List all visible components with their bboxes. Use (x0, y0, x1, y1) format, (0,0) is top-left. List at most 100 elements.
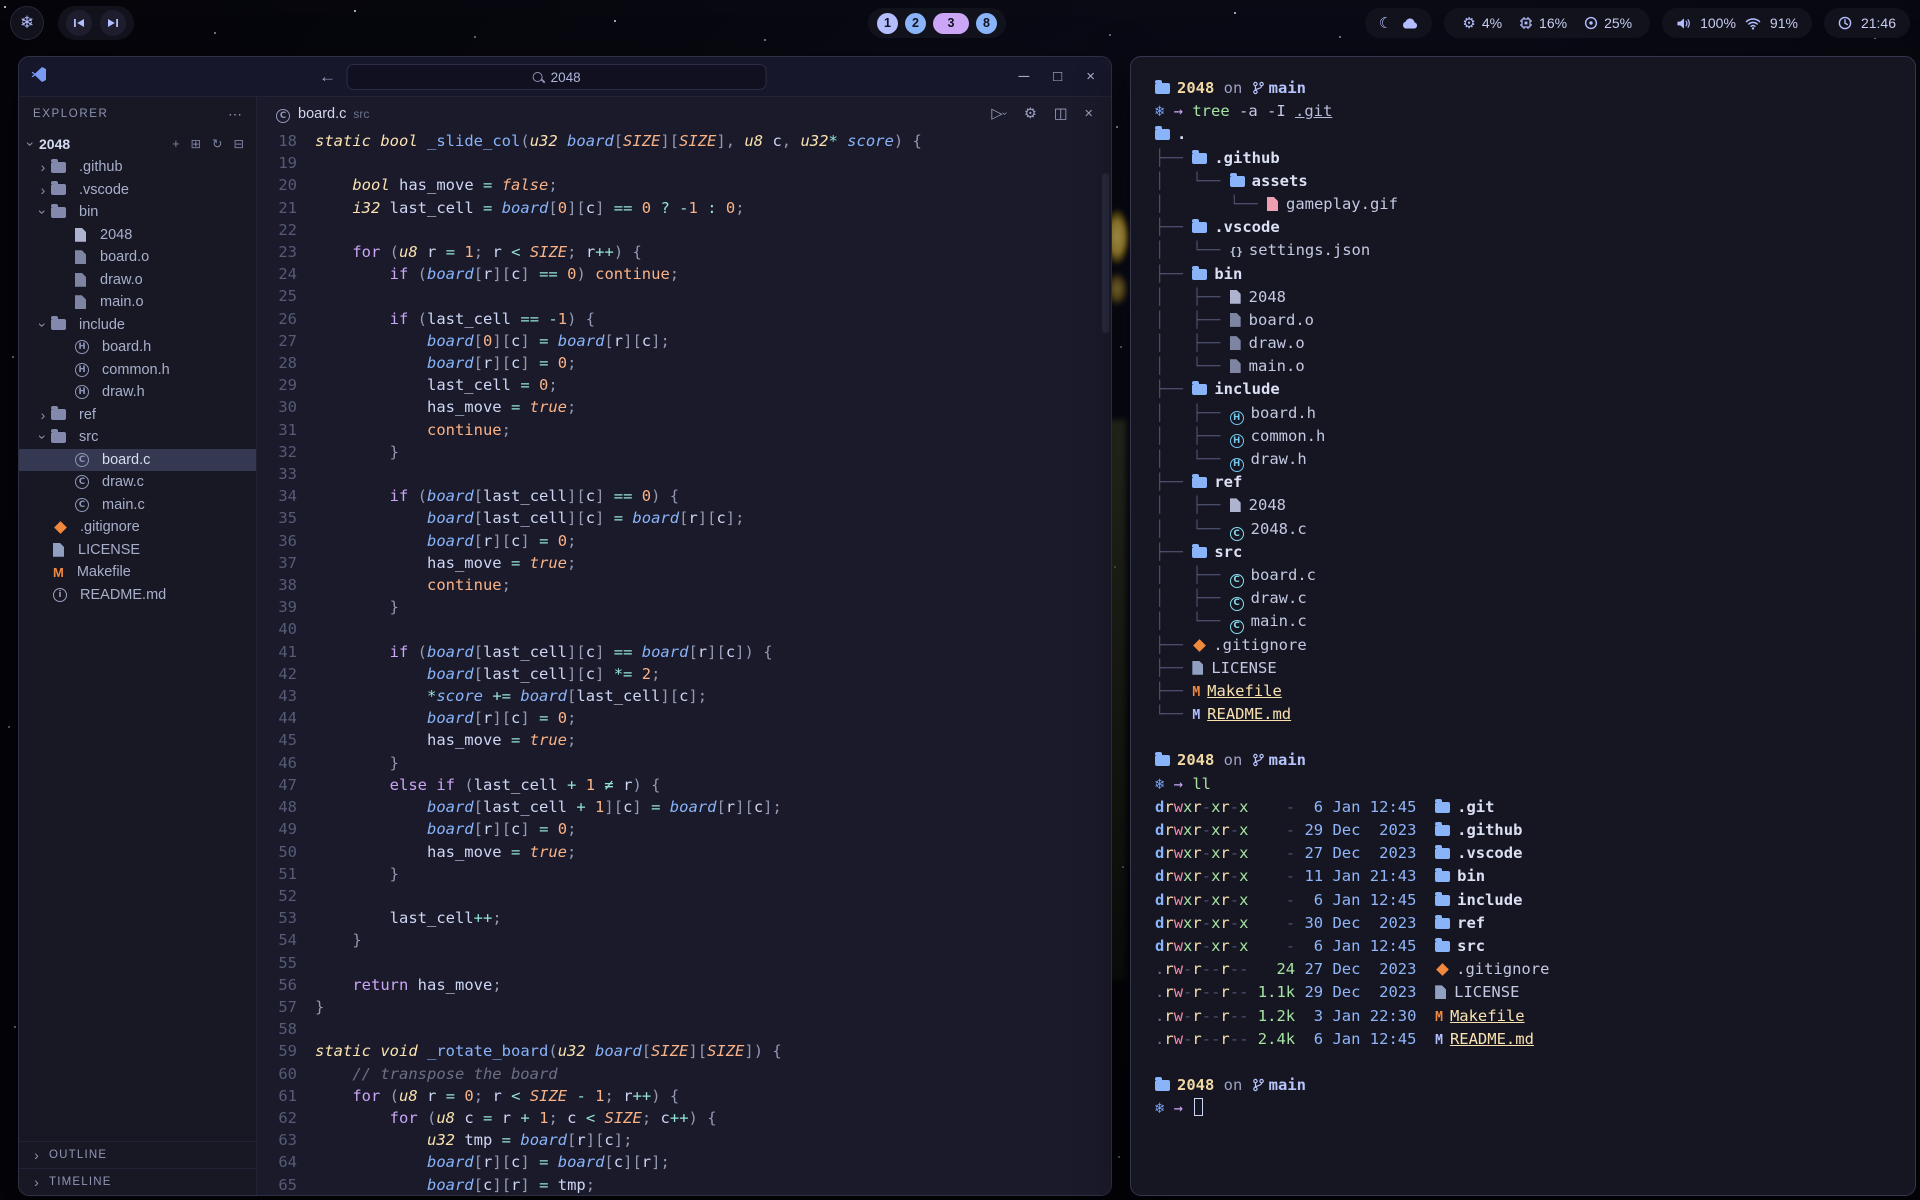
code-line-53[interactable]: 53 last_cell++; (257, 907, 1111, 929)
workspace-3[interactable]: 3 (933, 13, 969, 34)
code-line-47[interactable]: 47 else if (last_cell + 1 ≠ r) { (257, 774, 1111, 796)
minimize-button[interactable]: ─ (1019, 68, 1030, 85)
code-line-30[interactable]: 30 has_move = true; (257, 396, 1111, 418)
audio-network-widget[interactable]: 100% 91% (1662, 8, 1812, 38)
terminal-window[interactable]: 2048 on main❄ → tree -a -I .git.├── .git… (1130, 56, 1916, 1196)
code-line-40[interactable]: 40 (257, 618, 1111, 640)
explorer-item-src[interactable]: ›src (19, 426, 256, 449)
code-line-29[interactable]: 29 last_cell = 0; (257, 374, 1111, 396)
code-line-31[interactable]: 31 continue; (257, 419, 1111, 441)
code-line-35[interactable]: 35 board[last_cell][c] = board[r][c]; (257, 507, 1111, 529)
code-area[interactable]: 18static bool _slide_col(u32 board[SIZE]… (257, 130, 1111, 1195)
tab-board.c[interactable]: C board.c src (276, 104, 369, 123)
media-next-button[interactable] (100, 10, 126, 36)
code-line-18[interactable]: 18static bool _slide_col(u32 board[SIZE]… (257, 130, 1111, 152)
explorer-item-main.o[interactable]: main.o (19, 291, 256, 314)
refresh-icon[interactable]: ↻ (212, 136, 222, 151)
code-line-57[interactable]: 57} (257, 996, 1111, 1018)
navigate-back-button[interactable]: ← (319, 67, 336, 87)
code-line-26[interactable]: 26 if (last_cell == -1) { (257, 308, 1111, 330)
explorer-item-board.h[interactable]: Hboard.h (19, 336, 256, 359)
code-line-32[interactable]: 32 } (257, 441, 1111, 463)
maximize-button[interactable]: □ (1053, 68, 1062, 85)
code-line-34[interactable]: 34 if (board[last_cell][c] == 0) { (257, 485, 1111, 507)
code-line-50[interactable]: 50 has_move = true; (257, 841, 1111, 863)
explorer-item-draw.c[interactable]: Cdraw.c (19, 471, 256, 494)
explorer-item-README.md[interactable]: iREADME.md (19, 584, 256, 607)
explorer-item-.gitignore[interactable]: .gitignore (19, 516, 256, 539)
code-line-51[interactable]: 51 } (257, 863, 1111, 885)
code-line-63[interactable]: 63 u32 tmp = board[r][c]; (257, 1129, 1111, 1151)
code-line-44[interactable]: 44 board[r][c] = 0; (257, 707, 1111, 729)
workspace-8[interactable]: 8 (976, 13, 997, 34)
code-line-41[interactable]: 41 if (board[last_cell][c] == board[r][c… (257, 641, 1111, 663)
explorer-item-ref[interactable]: ›ref (19, 404, 256, 427)
collapse-all-icon[interactable]: ⊟ (234, 136, 244, 151)
code-line-45[interactable]: 45 has_move = true; (257, 729, 1111, 751)
code-line-59[interactable]: 59static void _rotate_board(u32 board[SI… (257, 1040, 1111, 1062)
editor-settings-icon[interactable]: ⚙ (1024, 106, 1037, 122)
run-file-button[interactable]: ▷› (991, 106, 1007, 122)
explorer-more-actions-icon[interactable]: ⋯ (228, 106, 242, 123)
code-line-64[interactable]: 64 board[r][c] = board[c][r]; (257, 1151, 1111, 1173)
code-line-46[interactable]: 46 } (257, 752, 1111, 774)
code-line-48[interactable]: 48 board[last_cell + 1][c] = board[r][c]… (257, 796, 1111, 818)
code-line-27[interactable]: 27 board[0][c] = board[r][c]; (257, 330, 1111, 352)
explorer-item-.github[interactable]: ›.github (19, 156, 256, 179)
code-line-37[interactable]: 37 has_move = true; (257, 552, 1111, 574)
explorer-item-main.c[interactable]: Cmain.c (19, 494, 256, 517)
close-button[interactable]: × (1086, 68, 1095, 85)
explorer-item-board.o[interactable]: board.o (19, 246, 256, 269)
code-line-58[interactable]: 58 (257, 1018, 1111, 1040)
editor-scrollbar[interactable] (1102, 173, 1109, 333)
code-line-23[interactable]: 23 for (u8 r = 1; r < SIZE; r++) { (257, 241, 1111, 263)
explorer-item-include[interactable]: ›include (19, 314, 256, 337)
workspace-2[interactable]: 2 (905, 13, 926, 34)
code-line-49[interactable]: 49 board[r][c] = 0; (257, 818, 1111, 840)
explorer-item-draw.h[interactable]: Hdraw.h (19, 381, 256, 404)
sidebar-section-timeline[interactable]: ›TIMELINE (19, 1168, 256, 1195)
project-root-row[interactable]: › 2048 + ⊞ ↻ ⊟ (19, 131, 256, 156)
new-folder-icon[interactable]: ⊞ (191, 136, 201, 151)
code-line-20[interactable]: 20 bool has_move = false; (257, 174, 1111, 196)
workspace-1[interactable]: 1 (877, 13, 898, 34)
code-line-25[interactable]: 25 (257, 285, 1111, 307)
close-editor-icon[interactable]: × (1085, 106, 1093, 122)
explorer-item-.vscode[interactable]: ›.vscode (19, 179, 256, 202)
code-line-60[interactable]: 60 // transpose the board (257, 1063, 1111, 1085)
code-line-52[interactable]: 52 (257, 885, 1111, 907)
explorer-item-2048[interactable]: 2048 (19, 224, 256, 247)
explorer-item-bin[interactable]: ›bin (19, 201, 256, 224)
split-editor-icon[interactable]: ◫ (1054, 106, 1068, 122)
weather-widget[interactable]: ☾ (1365, 8, 1432, 38)
code-line-38[interactable]: 38 continue; (257, 574, 1111, 596)
new-file-icon[interactable]: + (172, 136, 179, 151)
explorer-item-common.h[interactable]: Hcommon.h (19, 359, 256, 382)
code-line-28[interactable]: 28 board[r][c] = 0; (257, 352, 1111, 374)
code-line-43[interactable]: 43 *score += board[last_cell][c]; (257, 685, 1111, 707)
code-line-33[interactable]: 33 (257, 463, 1111, 485)
media-previous-button[interactable] (66, 10, 92, 36)
explorer-item-LICENSE[interactable]: LICENSE (19, 539, 256, 562)
code-line-21[interactable]: 21 i32 last_cell = board[0][c] == 0 ? -1… (257, 197, 1111, 219)
code-line-55[interactable]: 55 (257, 952, 1111, 974)
code-line-61[interactable]: 61 for (u8 r = 0; r < SIZE - 1; r++) { (257, 1085, 1111, 1107)
explorer-item-Makefile[interactable]: MMakefile (19, 561, 256, 584)
code-line-56[interactable]: 56 return has_move; (257, 974, 1111, 996)
code-line-54[interactable]: 54 } (257, 929, 1111, 951)
code-line-42[interactable]: 42 board[last_cell][c] *= 2; (257, 663, 1111, 685)
code-line-19[interactable]: 19 (257, 152, 1111, 174)
command-search-box[interactable]: 2048 (347, 64, 767, 90)
code-line-24[interactable]: 24 if (board[r][c] == 0) continue; (257, 263, 1111, 285)
code-line-62[interactable]: 62 for (u8 c = r + 1; c < SIZE; c++) { (257, 1107, 1111, 1129)
code-line-39[interactable]: 39 } (257, 596, 1111, 618)
explorer-item-board.c[interactable]: Cboard.c (19, 449, 256, 472)
system-stats-widget[interactable]: ⚙4%16%25% (1444, 8, 1650, 38)
code-line-65[interactable]: 65 board[c][r] = tmp; (257, 1174, 1111, 1195)
sidebar-section-outline[interactable]: ›OUTLINE (19, 1141, 256, 1168)
launcher-logo-icon[interactable]: ❄ (10, 6, 44, 40)
code-line-22[interactable]: 22 (257, 219, 1111, 241)
code-line-36[interactable]: 36 board[r][c] = 0; (257, 530, 1111, 552)
explorer-item-draw.o[interactable]: draw.o (19, 269, 256, 292)
clock-widget[interactable]: 21:46 (1824, 8, 1910, 38)
